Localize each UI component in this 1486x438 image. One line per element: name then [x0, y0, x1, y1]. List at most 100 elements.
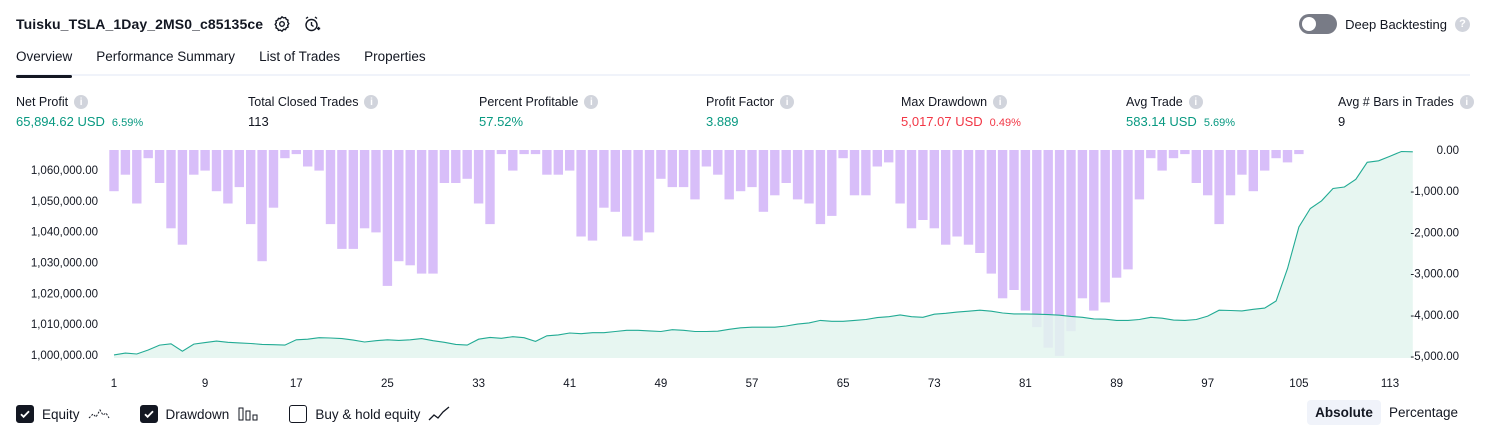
drawdown-bar: [815, 150, 826, 225]
buy-hold-checkbox[interactable]: [289, 405, 308, 423]
right-axis-tick: -4,000.00: [1410, 310, 1459, 322]
right-axis-tick: -3,000.00: [1410, 269, 1459, 281]
drawdown-bar: [359, 150, 370, 229]
drawdown-bar: [508, 150, 518, 171]
x-axis-tick: 57: [746, 378, 759, 390]
metric-profit-factor: Profit Factor i 3.889: [706, 94, 795, 130]
metric-value: 65,894.62 USD: [16, 114, 105, 129]
x-axis-tick: 17: [290, 378, 303, 390]
drawdown-bar: [1214, 150, 1224, 225]
drawdown-bar: [906, 150, 917, 229]
metric-value: 57.52%: [479, 114, 524, 129]
drawdown-bar: [120, 150, 131, 175]
drawdown-bar: [804, 150, 814, 204]
percentage-button[interactable]: Percentage: [1381, 400, 1466, 425]
x-axis-tick: 89: [1110, 378, 1123, 390]
info-icon[interactable]: i: [1459, 95, 1474, 109]
legend-equity[interactable]: Equity: [16, 405, 110, 423]
drawdown-bar: [827, 150, 837, 216]
tab-overview[interactable]: Overview: [16, 46, 73, 78]
left-axis-tick: 1,050,000.00: [31, 196, 98, 208]
legend-buy-hold-label: Buy & hold equity: [315, 406, 421, 422]
metric-value: 3.889: [706, 114, 739, 129]
drawdown-bar: [735, 150, 746, 192]
tab-properties[interactable]: Properties: [364, 46, 426, 76]
info-icon[interactable]: i: [780, 95, 795, 109]
metric-max-drawdown: Max Drawdown i 5,017.07 USD 0.49%: [901, 94, 1021, 130]
buy-hold-line-icon: [428, 406, 450, 421]
drawdown-bar: [439, 150, 450, 183]
alarm-plus-icon[interactable]: [301, 13, 323, 35]
drawdown-bar: [1134, 150, 1145, 200]
metric-label: Avg # Bars in Trades: [1338, 95, 1454, 109]
drawdown-bar: [610, 150, 620, 212]
info-icon[interactable]: i: [364, 95, 379, 109]
drawdown-bar: [1032, 150, 1042, 328]
drawdown-bar: [792, 150, 803, 200]
x-axis-tick: 65: [837, 378, 850, 390]
info-icon[interactable]: i: [74, 95, 89, 109]
x-axis-tick: 9: [202, 378, 208, 390]
drawdown-bar: [599, 150, 609, 208]
metric-net-profit: Net Profit i 65,894.62 USD 6.59%: [16, 94, 143, 130]
drawdown-bar: [1111, 150, 1122, 278]
drawdown-bar: [872, 150, 882, 167]
chart-legend: Equity Drawdown Buy & hold equity: [16, 403, 480, 425]
x-axis-tick: 49: [655, 378, 668, 390]
equity-line-icon: [88, 409, 109, 419]
drawdown-bar: [143, 150, 153, 159]
drawdown-bar: [485, 150, 495, 225]
drawdown-bar: [1260, 150, 1270, 171]
tab-performance-summary[interactable]: Performance Summary: [96, 46, 235, 76]
info-icon[interactable]: i: [1188, 95, 1203, 109]
x-axis-tick: 73: [928, 378, 941, 390]
equity-checkbox[interactable]: [16, 405, 34, 423]
metric-label: Profit Factor: [706, 95, 775, 109]
info-icon[interactable]: i: [993, 95, 1008, 109]
drawdown-bar: [713, 150, 723, 175]
drawdown-bar: [189, 150, 199, 175]
drawdown-bar: [838, 150, 848, 159]
x-axis-tick: 105: [1289, 378, 1308, 390]
drawdown-bar: [986, 150, 996, 274]
x-axis-tick: 33: [472, 378, 485, 390]
metric-value: 113: [248, 114, 269, 129]
legend-drawdown[interactable]: Drawdown: [139, 405, 260, 423]
drawdown-bar: [291, 150, 301, 155]
x-axis-tick: 25: [381, 378, 394, 390]
metric-avg-trade: Avg Trade i 583.14 USD 5.69%: [1126, 94, 1235, 130]
strategy-name: Tuisku_TSLA_1Day_2MS0_c85135ce: [16, 16, 264, 32]
metric-value: 5,017.07 USD: [901, 114, 983, 129]
left-axis-tick: 1,020,000.00: [31, 288, 98, 300]
drawdown-bar: [1146, 150, 1156, 159]
tab-list-of-trades[interactable]: List of Trades: [259, 46, 340, 76]
drawdown-bar: [678, 150, 689, 188]
legend-buy-hold[interactable]: Buy & hold equity: [289, 405, 450, 423]
drawdown-bar: [303, 150, 313, 167]
drawdown-bar: [1294, 150, 1304, 155]
drawdown-bar: [268, 150, 279, 208]
drawdown-bar: [952, 150, 962, 237]
equity-drawdown-chart[interactable]: 1,000,000.00 1,010,000.00 1,020,000.00 1,03…: [0, 140, 1486, 396]
deep-backtesting-toggle[interactable]: [1299, 14, 1338, 34]
drawdown-bar: [1100, 150, 1110, 303]
drawdown-bar: [1225, 150, 1236, 196]
metric-label: Percent Profitable: [479, 95, 579, 109]
info-icon[interactable]: i: [584, 95, 599, 109]
drawdown-bar: [394, 150, 404, 262]
drawdown-bar: [747, 150, 757, 188]
gear-icon[interactable]: [271, 13, 293, 35]
help-icon[interactable]: ?: [1455, 16, 1470, 32]
drawdown-bar: [1009, 150, 1019, 290]
drawdown-checkbox[interactable]: [139, 405, 158, 423]
drawdown-bar: [1237, 150, 1247, 175]
metric-percent: 6.59%: [111, 117, 144, 129]
metric-value: 583.14 USD: [1126, 114, 1197, 129]
left-axis-tick: 1,030,000.00: [31, 258, 98, 270]
absolute-button[interactable]: Absolute: [1307, 400, 1381, 425]
drawdown-bar: [1168, 150, 1179, 159]
metric-avg-bars-in-trades: Avg # Bars in Trades i 9: [1338, 94, 1474, 130]
legend-drawdown-label: Drawdown: [165, 406, 230, 422]
check-icon: [20, 410, 30, 419]
drawdown-bar: [382, 150, 393, 286]
